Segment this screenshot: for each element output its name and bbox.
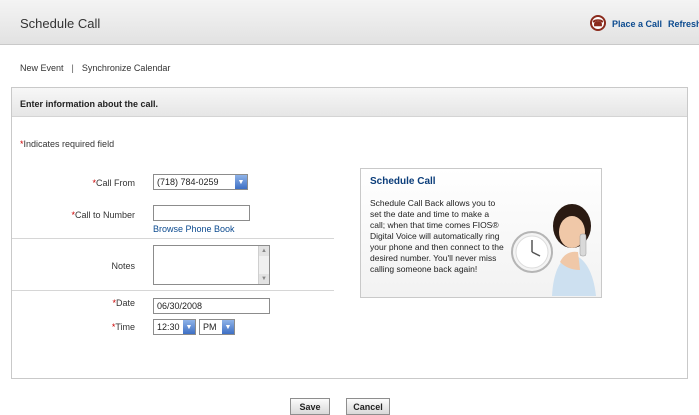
- time-label-text: Time: [115, 322, 135, 332]
- chevron-down-icon[interactable]: ▼: [235, 175, 247, 189]
- date-label-text: Date: [115, 298, 135, 308]
- time-hour-select[interactable]: 12:30 ▼: [153, 319, 196, 335]
- time-ampm-select[interactable]: PM ▼: [199, 319, 235, 335]
- notes-scrollbar[interactable]: ▲ ▼: [258, 246, 269, 284]
- call-to-number-input[interactable]: [153, 205, 250, 221]
- call-from-label-text: Call From: [95, 178, 135, 188]
- required-note: *Indicates required field: [20, 139, 114, 149]
- time-hour-value: 12:30: [157, 322, 180, 332]
- call-from-select[interactable]: (718) 784-0259 ▼: [153, 174, 248, 190]
- promo-description: Schedule Call Back allows you to set the…: [370, 198, 504, 274]
- call-from-label: *Call From: [45, 178, 135, 188]
- time-label: *Time: [45, 322, 135, 332]
- call-to-label: *Call to Number: [45, 210, 135, 220]
- panel-heading: Enter information about the call.: [20, 99, 159, 109]
- subnav-separator: |: [71, 63, 74, 73]
- divider: [12, 238, 334, 239]
- notes-label: Notes: [111, 261, 135, 271]
- person-on-phone-illustration: [511, 204, 596, 296]
- synchronize-calendar-link[interactable]: Synchronize Calendar: [82, 63, 171, 73]
- notes-textarea[interactable]: ▲ ▼: [153, 245, 270, 285]
- chevron-down-icon[interactable]: ▼: [222, 320, 234, 334]
- required-note-text: Indicates required field: [23, 139, 115, 149]
- cancel-button[interactable]: Cancel: [346, 398, 390, 415]
- call-to-label-text: Call to Number: [74, 210, 135, 220]
- phone-icon[interactable]: ☎: [590, 15, 606, 31]
- new-event-link[interactable]: New Event: [20, 63, 64, 73]
- subnav: New Event | Synchronize Calendar: [20, 63, 170, 73]
- chevron-down-icon[interactable]: ▼: [183, 320, 195, 334]
- place-call-link[interactable]: Place a Call: [612, 19, 662, 29]
- browse-phone-book-link[interactable]: Browse Phone Book: [153, 224, 235, 234]
- call-from-value: (718) 784-0259: [157, 177, 219, 187]
- time-ampm-value: PM: [203, 322, 217, 332]
- save-button[interactable]: Save: [290, 398, 330, 415]
- date-input[interactable]: 06/30/2008: [153, 298, 270, 314]
- scroll-down-icon[interactable]: ▼: [259, 274, 269, 284]
- divider: [12, 290, 334, 291]
- page-title: Schedule Call: [20, 16, 101, 31]
- date-label: *Date: [45, 298, 135, 308]
- promo-title: Schedule Call: [370, 176, 436, 187]
- scroll-up-icon[interactable]: ▲: [259, 246, 269, 256]
- refresh-link[interactable]: Refresh: [668, 19, 699, 29]
- clock-icon: [511, 231, 553, 273]
